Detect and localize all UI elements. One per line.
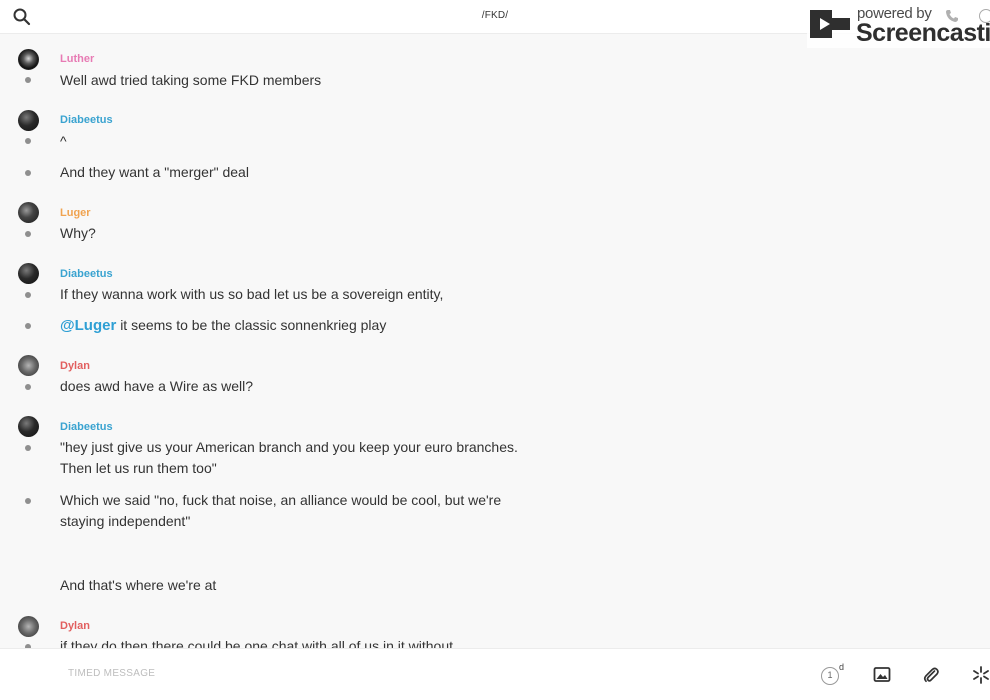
message-text: it seems to be the classic sonnenkrieg p… [120,317,387,333]
message-text: does awd have a Wire as well? [60,378,253,394]
message-text: if they do then there could be one chat … [60,638,454,648]
avatar[interactable] [18,616,39,637]
message-dot [25,138,31,144]
image-icon[interactable] [872,665,892,685]
message-dot [25,384,31,390]
message-sender[interactable]: Diabeetus [60,421,113,433]
message-dot [25,323,31,329]
message-text: Which we said "no, fuck that noise, an a… [60,492,502,508]
message-dot [25,292,31,298]
message-list: Luther Well awd tried taking some FKD me… [0,34,990,648]
message-dot [25,231,31,237]
avatar[interactable] [18,355,39,376]
message-text: And they want a "merger" deal [60,164,249,180]
message-sender[interactable]: Dylan [60,620,90,632]
message-dot [25,445,31,451]
avatar[interactable] [18,202,39,223]
avatar[interactable] [18,49,39,70]
message-dot [25,498,31,504]
avatar[interactable] [18,263,39,284]
avatar[interactable] [18,416,39,437]
message-sender[interactable]: Dylan [60,360,90,372]
composer-bar: TIMED MESSAGE 1 d [0,648,990,700]
message-text-with-mention: @Luger it seems to be the classic sonnen… [60,315,386,336]
message-text: Well awd tried taking some FKD members [60,72,322,88]
attachment-icon[interactable] [921,665,941,685]
message-sender[interactable]: Luther [60,53,94,65]
message-text: If they wanna work with us so bad let us… [60,286,444,302]
message-text: ^ [60,133,67,149]
timer-unit: d [839,662,845,672]
message-sender[interactable]: Diabeetus [60,268,113,280]
message-text: And that's where we're at [60,577,217,593]
timer-value: 1 [821,667,839,685]
message-dot [25,170,31,176]
message-sender[interactable]: Luger [60,207,91,219]
timer-button[interactable]: 1 d [820,662,850,688]
message-text: Why? [60,225,96,241]
burst-icon[interactable] [971,665,990,685]
phone-icon[interactable] [945,9,959,23]
message-text: "hey just give us your American branch a… [60,439,518,455]
message-text: Then let us run them too" [60,460,217,476]
avatar[interactable] [18,110,39,131]
message-input[interactable]: TIMED MESSAGE [68,668,155,679]
message-sender[interactable]: Diabeetus [60,114,113,126]
message-text: staying independent" [60,513,191,529]
info-icon[interactable] [979,9,990,23]
user-mention[interactable]: @Luger [60,317,116,334]
message-dot [25,77,31,83]
